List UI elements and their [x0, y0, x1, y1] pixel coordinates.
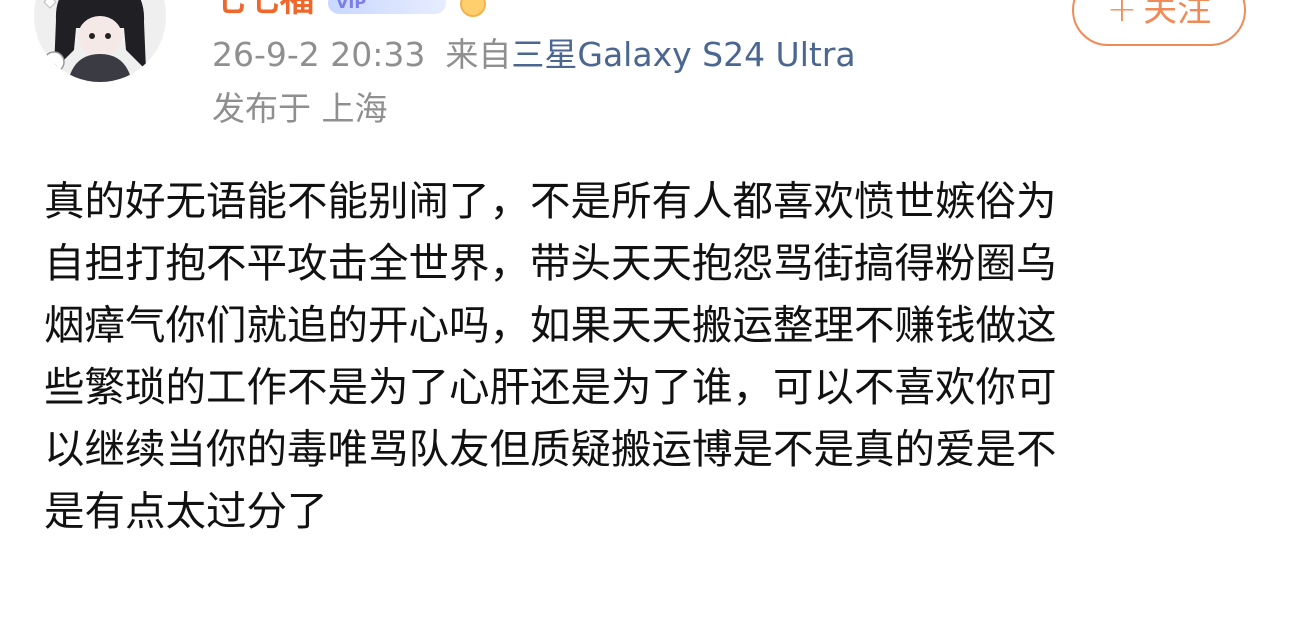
post-body-line: 是有点太过分了 [44, 487, 328, 535]
post-body-line: 些繁琐的工作不是为了心肝还是为了谁，可以不喜欢你可 [44, 363, 1057, 411]
post-location: 发布于 上海 [212, 89, 388, 128]
post-body-line: 自担打抱不平攻击全世界，带头天天抱怨骂街搞得粉圈乌 [44, 239, 1057, 287]
weibo-post: 七七福 VIP + 关注 26-9-2 20:33 来自三星Galaxy S24 … [0, 0, 1290, 623]
avatar-image [34, 0, 166, 82]
post-timestamp: 26-9-2 20:33 [212, 35, 426, 74]
post-meta-time: 26-9-2 20:33 来自三星Galaxy S24 Ultra [212, 30, 856, 80]
post-body-line: 以继续当你的毒唯骂队友但质疑搬运博是不是真的爱是不 [44, 425, 1057, 473]
follow-label: 关注 [1143, 0, 1212, 30]
post-body: 真的好无语能不能别闹了，不是所有人都喜欢愤世嫉俗为 自担打抱不平攻击全世界，带头… [44, 170, 1244, 542]
post-body-line: 真的好无语能不能别闹了，不是所有人都喜欢愤世嫉俗为 [44, 177, 1057, 225]
source-prefix: 来自 [445, 35, 512, 74]
user-row: 七七福 VIP [212, 0, 486, 22]
plus-icon: + [1106, 0, 1138, 30]
user-avatar[interactable] [34, 0, 166, 82]
follow-button[interactable]: + 关注 [1072, 0, 1246, 46]
username[interactable]: 七七福 [212, 0, 314, 22]
vip-badge-icon[interactable]: VIP [328, 0, 446, 14]
post-body-line: 烟瘴气你们就追的开心吗，如果天天搬运整理不赚钱做这 [44, 301, 1057, 349]
device-source-link[interactable]: 三星Galaxy S24 Ultra [511, 35, 855, 74]
fan-badge-icon[interactable] [460, 0, 486, 17]
